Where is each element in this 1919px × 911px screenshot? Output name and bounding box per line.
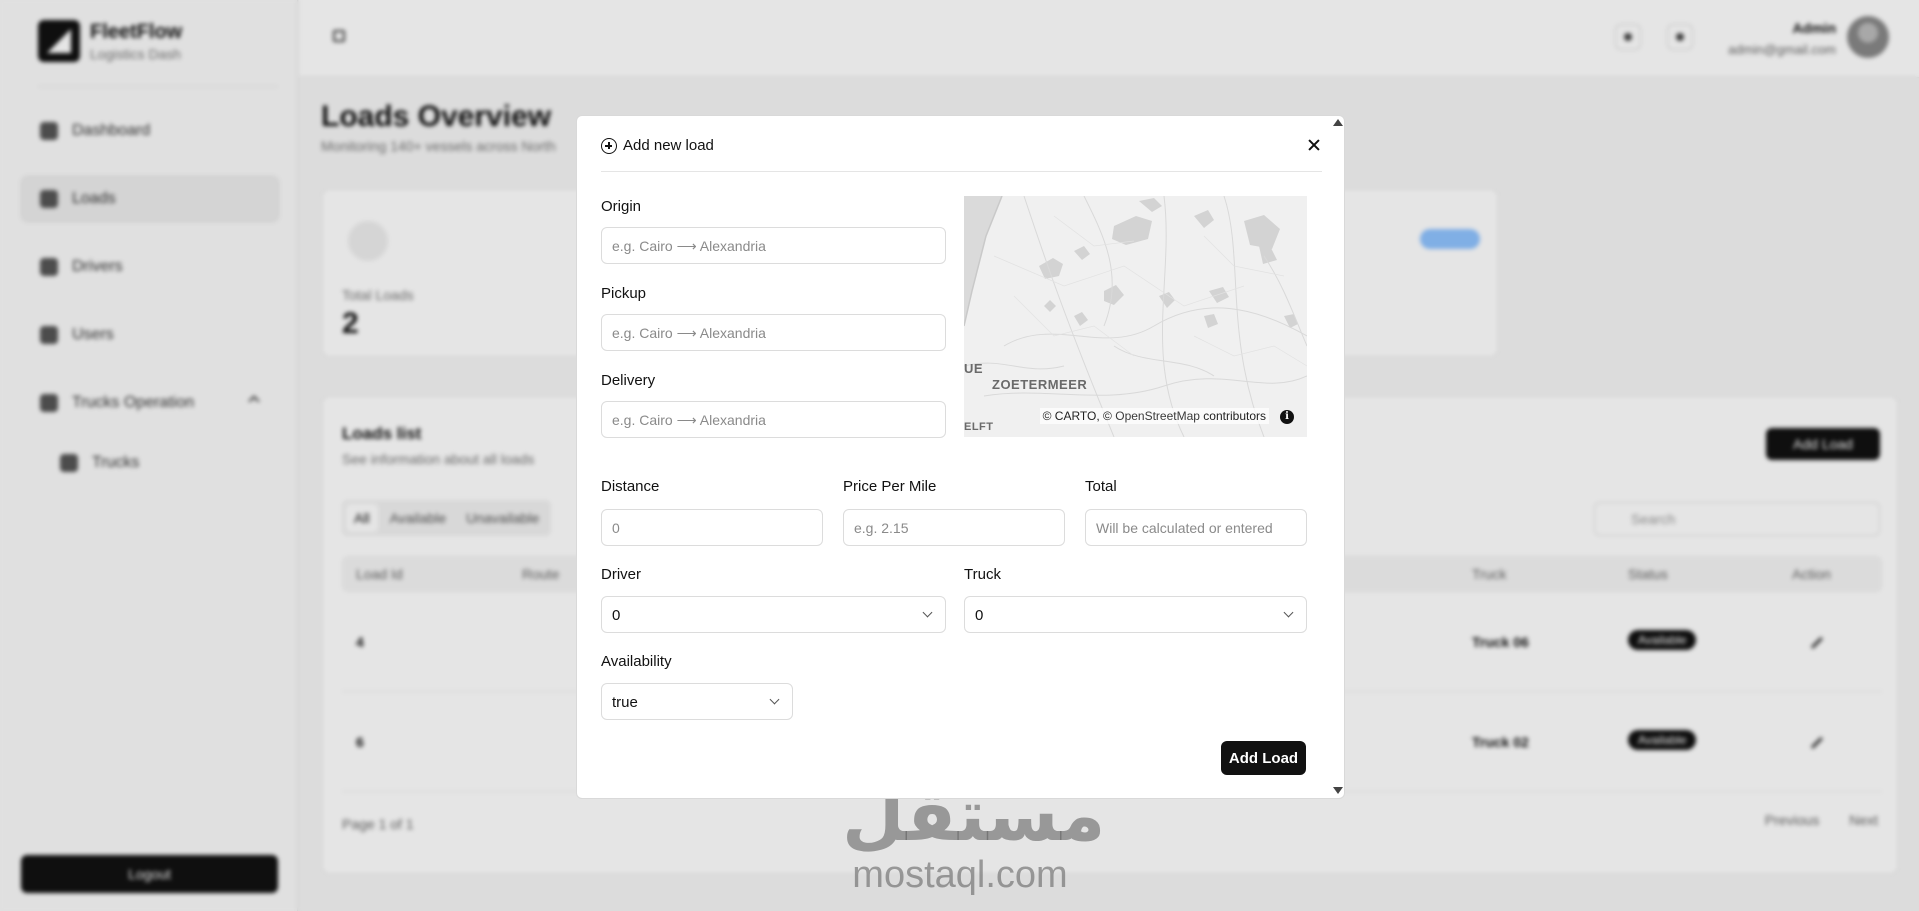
attribution-text: © CARTO, ©: [1042, 409, 1112, 423]
driver-label: Driver: [601, 566, 641, 583]
truck-selected-value: 0: [975, 607, 984, 624]
route-map[interactable]: UE ZOETERMEER ELFT © CARTO, © OpenStreet…: [964, 196, 1307, 437]
map-place-label: ZOETERMEER: [992, 377, 1088, 392]
map-attribution: © CARTO, © OpenStreetMap contributors: [1039, 408, 1269, 424]
info-icon[interactable]: i: [1280, 410, 1294, 424]
distance-input[interactable]: [601, 509, 823, 546]
distance-label: Distance: [601, 478, 660, 495]
openstreetmap-link[interactable]: OpenStreetMap: [1115, 409, 1200, 423]
dialog-title: Add new load: [623, 137, 714, 154]
attribution-text: contributors: [1203, 409, 1266, 423]
pickup-input[interactable]: [601, 314, 946, 351]
driver-selected-value: 0: [612, 607, 621, 624]
availability-selected-value: true: [612, 694, 638, 711]
total-label: Total: [1085, 478, 1117, 495]
chevron-down-icon: [769, 694, 780, 705]
delivery-input[interactable]: [601, 401, 946, 438]
driver-select[interactable]: 0: [601, 596, 946, 633]
origin-input[interactable]: [601, 227, 946, 264]
plus-circle-icon: [601, 138, 617, 154]
dialog-header: Add new load: [601, 116, 1322, 172]
chevron-down-icon: [1283, 607, 1294, 618]
pickup-label: Pickup: [601, 285, 647, 302]
availability-label: Availability: [601, 653, 672, 670]
watermark-latin: mostaql.com: [852, 854, 1068, 896]
truck-label: Truck: [964, 566, 1001, 583]
availability-select[interactable]: true: [601, 683, 793, 720]
price-per-mile-label: Price Per Mile: [843, 478, 937, 495]
map-place-label: UE: [964, 361, 984, 376]
truck-select[interactable]: 0: [964, 596, 1307, 633]
total-input[interactable]: [1085, 509, 1307, 546]
add-load-submit-button[interactable]: Add Load: [1221, 741, 1306, 775]
price-per-mile-input[interactable]: [843, 509, 1065, 546]
origin-label: Origin: [601, 198, 642, 215]
scroll-down-arrow[interactable]: [1333, 787, 1343, 794]
add-load-dialog: Add new load Origin Pickup Delivery: [576, 115, 1345, 799]
map-place-label: ELFT: [964, 421, 994, 433]
close-icon[interactable]: [1306, 137, 1322, 153]
delivery-label: Delivery: [601, 372, 656, 389]
scroll-up-arrow[interactable]: [1333, 119, 1343, 126]
chevron-down-icon: [922, 607, 933, 618]
map-tiles: [964, 196, 1307, 437]
